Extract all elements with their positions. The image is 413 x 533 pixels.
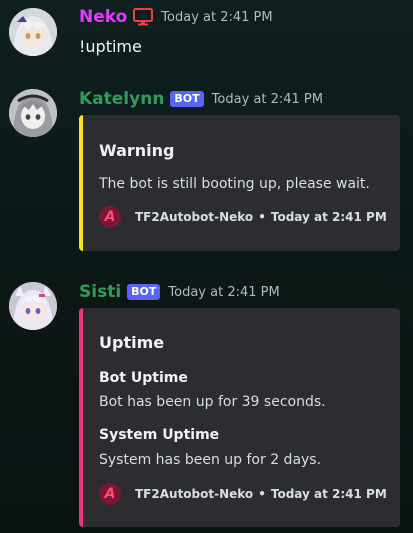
embed-uptime: Uptime Bot Uptime Bot has been up for 39… [79,308,400,527]
footer-avatar-icon: A [99,483,121,505]
embed-footer: A TF2Autobot-Neko • Today at 2:41 PM [99,206,387,228]
username[interactable]: Sisti [79,282,121,302]
field-value-system-uptime: System has been up for 2 days. [99,452,322,468]
footer-time: Today at 2:41 PM [270,210,387,224]
avatar[interactable] [9,282,57,330]
footer-separator: • [258,487,266,501]
message-header: Katelynn BOT Today at 2:41 PM [79,89,323,109]
embed-warning: Warning The bot is still booting up, ple… [79,115,400,251]
bot-tag: BOT [127,284,161,300]
message-header: Neko Today at 2:41 PM [79,7,273,27]
embed-title: Warning [99,141,175,160]
bot-tag: BOT [170,91,204,107]
username[interactable]: Neko [79,7,127,27]
field-name-bot-uptime: Bot Uptime [99,370,188,386]
avatar[interactable] [9,89,57,137]
avatar[interactable] [9,8,57,56]
message-header: Sisti BOT Today at 2:41 PM [79,282,280,302]
field-value-bot-uptime: Bot has been up for 39 seconds. [99,394,326,410]
username[interactable]: Katelynn [79,89,164,109]
footer-name: TF2Autobot-Neko [135,487,254,501]
embed-color-bar [79,115,83,251]
embed-description: The bot is still booting up, please wait… [99,176,370,192]
embed-color-bar [79,308,83,527]
field-name-system-uptime: System Uptime [99,427,220,443]
embed-footer: A TF2Autobot-Neko • Today at 2:41 PM [99,483,387,505]
timestamp: Today at 2:41 PM [168,284,280,300]
footer-separator: • [258,210,266,224]
timestamp: Today at 2:41 PM [161,9,273,25]
footer-avatar-icon: A [99,206,121,228]
footer-name: TF2Autobot-Neko [135,210,254,224]
monitor-icon [133,8,154,26]
timestamp: Today at 2:41 PM [211,91,323,107]
footer-text: TF2Autobot-Neko • Today at 2:41 PM [135,210,387,224]
message-content: !uptime [79,37,142,56]
footer-time: Today at 2:41 PM [270,487,387,501]
footer-text: TF2Autobot-Neko • Today at 2:41 PM [135,487,387,501]
embed-title: Uptime [99,333,165,352]
